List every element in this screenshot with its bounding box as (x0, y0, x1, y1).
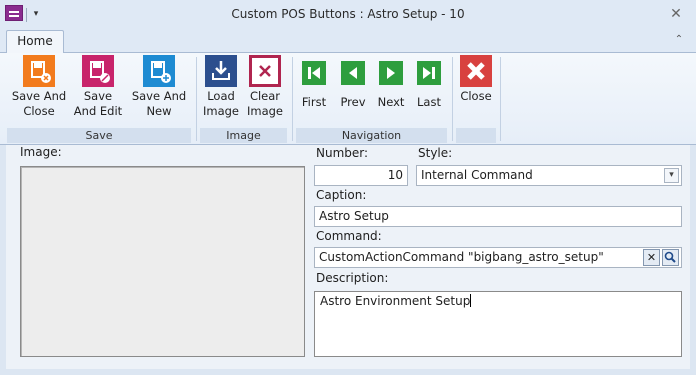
chevron-down-icon[interactable]: ▾ (664, 168, 679, 183)
ribbon-tab-row: Home ⌃ (0, 30, 696, 53)
save-new-icon (143, 55, 175, 87)
load-image-label-1: Load (207, 89, 235, 103)
window-close-icon[interactable]: ✕ (667, 5, 685, 23)
command-value: CustomActionCommand "bigbang_astro_setup… (319, 250, 604, 264)
prev-label: Prev (340, 95, 366, 109)
next-label: Next (377, 95, 405, 109)
text-caret (470, 294, 472, 307)
description-label: Description: (316, 271, 389, 285)
style-select-value: Internal Command (421, 168, 533, 182)
title-bar: ▾ Custom POS Buttons : Astro Setup - 10 … (0, 0, 696, 30)
ribbon: Save And Close Save And Edit Save And Ne… (0, 52, 696, 145)
command-field[interactable]: CustomActionCommand "bigbang_astro_setup… (314, 247, 682, 268)
command-label: Command: (316, 229, 382, 243)
save-and-new-label-2: New (146, 104, 172, 118)
tab-home[interactable]: Home (6, 30, 64, 53)
download-icon (205, 55, 237, 87)
prev-icon (341, 61, 365, 85)
group-save: Save And Close Save And Edit Save And Ne… (4, 53, 194, 145)
last-icon (417, 61, 441, 85)
last-label: Last (417, 95, 441, 109)
group-navigation-label: Navigation (296, 128, 447, 143)
clear-image-button[interactable]: Clear Image (243, 55, 287, 119)
style-label: Style: (418, 146, 453, 160)
style-select[interactable]: Internal Command ▾ (416, 165, 682, 186)
save-and-close-label-2: Close (23, 104, 55, 118)
number-field[interactable]: 10 (314, 165, 408, 186)
prev-button[interactable]: Prev (335, 55, 371, 110)
clear-image-label-1: Clear (249, 89, 281, 103)
save-close-icon (23, 55, 55, 87)
save-edit-icon (82, 55, 114, 87)
clear-image-label-2: Image (246, 104, 284, 118)
last-button[interactable]: Last (411, 55, 447, 110)
group-image-label: Image (200, 128, 287, 143)
window-title: Custom POS Buttons : Astro Setup - 10 (231, 7, 465, 21)
save-and-close-label-1: Save And (11, 89, 67, 103)
caption-field[interactable]: Astro Setup (314, 206, 682, 227)
group-close: Close (453, 53, 499, 145)
group-navigation: First Prev Next Last Navigation (293, 53, 450, 145)
image-label: Image: (20, 145, 62, 159)
save-and-edit-label-1: Save (83, 89, 113, 103)
description-field[interactable]: Astro Environment Setup (314, 291, 682, 357)
next-icon (379, 61, 403, 85)
collapse-ribbon-icon[interactable]: ⌃ (672, 33, 686, 47)
load-image-button[interactable]: Load Image (199, 55, 243, 119)
close-red-icon (460, 55, 492, 87)
save-and-edit-button[interactable]: Save And Edit (70, 55, 126, 119)
image-preview[interactable] (20, 166, 305, 357)
load-image-label-2: Image (202, 104, 240, 118)
save-and-edit-label-2: And Edit (73, 104, 123, 118)
group-image: Load Image Clear Image Image (197, 53, 290, 145)
description-value: Astro Environment Setup (320, 294, 471, 308)
clear-command-icon[interactable]: ✕ (643, 249, 660, 266)
close-button[interactable]: Close (455, 55, 497, 104)
clear-image-icon (249, 55, 281, 87)
first-button[interactable]: First (295, 55, 333, 110)
close-label: Close (460, 89, 492, 103)
group-close-label (456, 128, 496, 143)
first-icon (302, 61, 326, 85)
first-label: First (301, 95, 327, 109)
save-and-new-label-1: Save And (131, 89, 187, 103)
number-label: Number: (316, 146, 369, 160)
caption-label: Caption: (316, 188, 367, 202)
search-icon[interactable] (662, 249, 679, 266)
next-button[interactable]: Next (373, 55, 409, 110)
group-save-label: Save (7, 128, 191, 143)
group-separator (500, 57, 501, 141)
save-and-new-button[interactable]: Save And New (130, 55, 188, 119)
save-and-close-button[interactable]: Save And Close (8, 55, 70, 119)
